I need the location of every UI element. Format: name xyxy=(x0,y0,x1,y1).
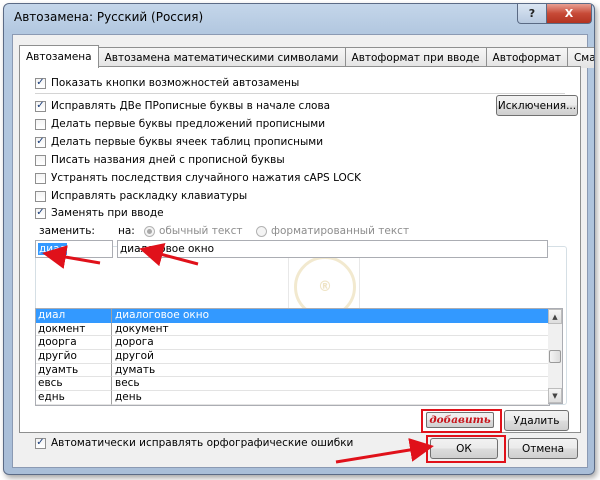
window-title: Автозамена: Русский (Россия) xyxy=(14,10,204,24)
show-buttons-option[interactable]: Показать кнопки возможностей автозамены xyxy=(35,75,299,91)
first-cell-option[interactable]: Делать первые буквы ячеек таблиц прописн… xyxy=(35,134,323,150)
entry-from: еднь xyxy=(36,391,112,405)
keyboard-layout-label: Исправлять раскладку клавиатуры xyxy=(51,190,248,202)
with-input-value: диалоговое окно xyxy=(120,243,215,255)
first-sentence-option[interactable]: Делать первые буквы предложений прописны… xyxy=(35,116,325,132)
separator xyxy=(35,93,565,94)
list-item[interactable]: другйо другой xyxy=(36,350,549,364)
title-bar[interactable]: Автозамена: Русский (Россия) ? X xyxy=(4,4,594,34)
entry-to: диалоговое окно xyxy=(112,309,549,323)
day-names-checkbox[interactable] xyxy=(35,154,46,166)
entry-to: другой xyxy=(112,350,549,364)
cancel-button[interactable]: Отмена xyxy=(508,438,578,459)
list-item[interactable]: еднь день xyxy=(36,391,549,405)
tab-autoformat[interactable]: Автоформат xyxy=(485,47,568,68)
scroll-up-icon[interactable]: ▲ xyxy=(548,309,562,324)
two-caps-label: Исправлять ДВе ПРописные буквы в начале … xyxy=(51,100,331,112)
keyboard-layout-checkbox[interactable] xyxy=(35,190,46,202)
two-caps-checkbox[interactable] xyxy=(35,100,46,112)
entry-to: дорога xyxy=(112,336,549,351)
with-input[interactable]: диалоговое окно xyxy=(117,240,548,258)
replace-input[interactable]: диал xyxy=(35,240,113,258)
tab-autocorrect[interactable]: Автозамена xyxy=(19,45,99,68)
list-item[interactable]: докмент документ xyxy=(36,322,549,337)
day-names-option[interactable]: Писать названия дней с прописной буквы xyxy=(35,152,285,168)
auto-spelling-checkbox[interactable] xyxy=(35,437,46,449)
first-cell-checkbox[interactable] xyxy=(35,136,46,148)
list-item[interactable]: диал диалоговое окно xyxy=(36,309,549,323)
help-icon: ? xyxy=(528,7,536,20)
autocorrect-entries-list[interactable]: диал диалоговое окно докмент документ доорга… xyxy=(35,308,550,406)
with-label: на: xyxy=(118,225,135,237)
entry-from: докмент xyxy=(36,322,112,337)
add-button-label: добавить xyxy=(429,414,491,426)
list-item[interactable]: дуамть думать xyxy=(36,363,549,378)
replace-as-type-label: Заменять при вводе xyxy=(51,207,164,219)
caps-lock-option[interactable]: Устранять последствия случайного нажатия… xyxy=(35,170,361,186)
entry-from: другйо xyxy=(36,350,112,364)
entry-to: весь xyxy=(112,377,549,392)
list-scrollbar[interactable]: ▲ ▼ xyxy=(548,308,563,404)
tab-autoformat-as-you-type[interactable]: Автоформат при вводе xyxy=(344,47,487,68)
show-buttons-checkbox[interactable] xyxy=(35,77,46,89)
entry-from: евсь xyxy=(36,377,112,392)
list-item[interactable]: евсь весь xyxy=(36,377,549,392)
formatted-text-label: форматированный текст xyxy=(271,225,410,237)
exceptions-button[interactable]: Исключения... xyxy=(496,95,578,116)
entry-from: дуамть xyxy=(36,363,112,378)
plain-text-radio[interactable]: обычный текст xyxy=(144,225,243,237)
caps-lock-checkbox[interactable] xyxy=(35,172,46,184)
tab-smart-tags[interactable]: Смарт-теги xyxy=(566,47,594,68)
first-sentence-checkbox[interactable] xyxy=(35,118,46,130)
replace-as-type-checkbox[interactable] xyxy=(35,207,46,219)
list-item[interactable]: доорга дорога xyxy=(36,336,549,351)
entry-to: документ xyxy=(112,323,549,337)
caps-lock-label: Устранять последствия случайного нажатия… xyxy=(51,172,362,184)
help-button[interactable]: ? xyxy=(517,4,547,24)
formatted-text-radio[interactable]: форматированный текст xyxy=(256,225,409,237)
entry-to: думать xyxy=(112,364,549,378)
close-button[interactable]: X xyxy=(546,4,592,24)
dialog-client: Автозамена Автозамена математическими си… xyxy=(12,34,594,468)
replace-label: заменить: xyxy=(39,225,95,237)
entry-from: доорга xyxy=(36,336,112,351)
auto-spelling-option[interactable]: Автоматически исправлять орфографические… xyxy=(35,435,353,451)
entry-to: день xyxy=(112,391,549,405)
replace-as-type-option[interactable]: Заменять при вводе xyxy=(35,205,167,221)
scroll-down-icon[interactable]: ▼ xyxy=(548,388,562,403)
first-sentence-label: Делать первые буквы предложений прописны… xyxy=(51,118,326,130)
two-caps-option[interactable]: Исправлять ДВе ПРописные буквы в начале … xyxy=(35,98,330,114)
tab-strip: Автозамена Автозамена математическими си… xyxy=(19,45,594,68)
show-buttons-label: Показать кнопки возможностей автозамены xyxy=(51,77,300,89)
ok-button[interactable]: ОК xyxy=(430,438,498,459)
entry-from: диал xyxy=(36,309,112,323)
tab-math-autocorrect[interactable]: Автозамена математическими символами xyxy=(97,47,346,68)
autocorrect-dialog: Автозамена: Русский (Россия) ? X Автозам… xyxy=(3,3,595,475)
auto-spelling-label: Автоматически исправлять орфографические… xyxy=(51,437,354,449)
close-icon: X xyxy=(564,7,574,20)
add-button[interactable]: добавить xyxy=(426,412,494,428)
plain-text-label: обычный текст xyxy=(159,225,243,237)
day-names-label: Писать названия дней с прописной буквы xyxy=(51,154,285,166)
keyboard-layout-option[interactable]: Исправлять раскладку клавиатуры xyxy=(35,188,247,204)
scroll-thumb[interactable] xyxy=(549,350,561,363)
formatted-text-radio-dot[interactable] xyxy=(256,225,267,237)
plain-text-radio-dot[interactable] xyxy=(144,225,155,237)
autocorrect-panel: Показать кнопки возможностей автозамены … xyxy=(19,66,581,449)
delete-button[interactable]: Удалить xyxy=(504,410,569,431)
replace-input-value: диал xyxy=(38,243,68,255)
first-cell-label: Делать первые буквы ячеек таблиц прописн… xyxy=(51,136,324,148)
